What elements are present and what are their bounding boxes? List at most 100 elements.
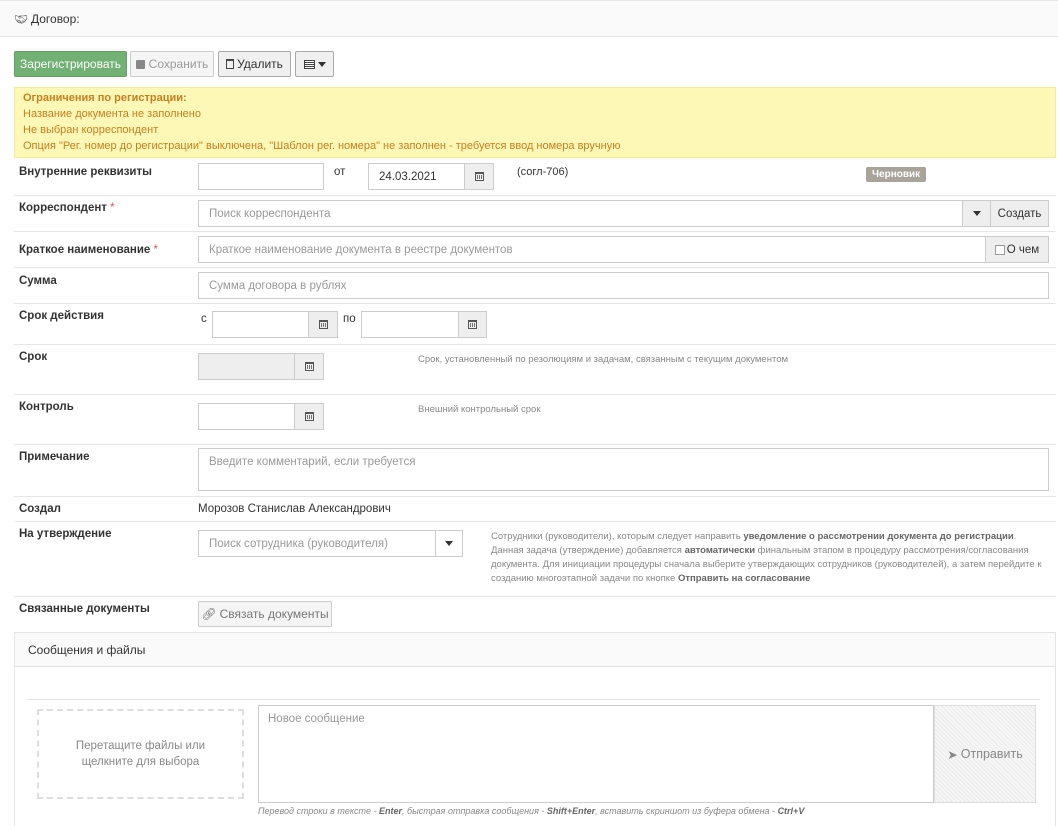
hint-bold: регистрации (954, 531, 1014, 542)
hint-key: Shift+Enter (546, 806, 596, 816)
chevron-down-icon (972, 211, 981, 216)
page-header: 🤝︎ Договор: (0, 0, 1058, 37)
calendar-icon (304, 412, 314, 421)
new-message-textarea[interactable]: Новое сообщение (258, 705, 934, 803)
note-textarea[interactable]: Введите комментарий, если требуется (198, 448, 1049, 491)
control-label: Контроль (19, 401, 74, 413)
correspondent-dropdown-button[interactable] (962, 200, 991, 227)
about-label: О чем (1006, 243, 1040, 256)
divider (14, 344, 1056, 345)
calendar-icon (474, 172, 484, 181)
reg-date-input[interactable]: 24.03.2021 (368, 163, 465, 190)
link-documents-button[interactable]: 🔗︎ Связать документы (198, 601, 332, 627)
hint-text: , быстрая отправка сообщения - (402, 806, 547, 816)
hint-bold: уведомление о рассмотрении документа до (743, 531, 955, 542)
from-label: от (334, 166, 346, 178)
approval-hint: Сотрудники (руководители), которым следу… (491, 530, 1051, 586)
handshake-icon: 🤝︎ (14, 14, 28, 26)
divider (14, 496, 1056, 497)
internal-label: Внутренние реквизиты (19, 166, 152, 178)
approval-label: На утверждение (19, 528, 112, 540)
short-name-input[interactable]: Краткое наименование документа в реестре… (198, 236, 986, 263)
alert-line: Опция "Рег. номер до регистрации" выключ… (23, 140, 621, 152)
chevron-down-icon (445, 541, 453, 546)
divider (14, 267, 1056, 268)
created-by-value: Морозов Станислав Александрович (198, 503, 391, 515)
save-button[interactable]: Сохранить (130, 51, 214, 77)
calendar-button[interactable] (308, 311, 338, 338)
hint-bold: автоматически (684, 545, 756, 556)
list-icon (303, 59, 315, 69)
messages-title: Сообщения и файлы (28, 643, 146, 657)
hint-text: Сотрудники (руководители), которым следу… (491, 531, 744, 542)
calendar-button[interactable] (464, 163, 494, 190)
deadline-hint: Срок, установленный по резолюциям и зада… (418, 354, 789, 365)
hint-key: Ctrl+V (777, 806, 805, 816)
approver-search-input[interactable]: Поиск сотрудника (руководителя) (198, 530, 436, 557)
about-checkbox[interactable]: О чем (985, 236, 1049, 263)
created-by-label: Создал (19, 503, 61, 515)
validity-to-label: по (343, 313, 356, 325)
approver-dropdown-button[interactable] (435, 530, 463, 557)
status-badge: Черновик (866, 167, 927, 182)
list-menu-button[interactable] (295, 51, 334, 77)
divider (14, 231, 1056, 232)
alert-line: Название документа не заполнено (23, 108, 201, 120)
create-correspondent-button[interactable]: Создать (990, 200, 1049, 227)
calendar-icon (304, 362, 314, 371)
registration-alert: Ограничения по регистрации: Название док… (14, 87, 1056, 158)
link-documents-label: Связать документы (219, 607, 329, 621)
correspondent-label-text: Корреспондент (19, 202, 107, 214)
send-button-label: Отправить (960, 747, 1023, 761)
required-mark: * (153, 244, 158, 256)
note-label: Примечание (19, 451, 90, 463)
correspondent-label: Корреспондент * (19, 202, 115, 214)
correspondent-search-input[interactable]: Поиск корреспондента (198, 200, 963, 227)
hint-bold: Отправить на согласование (677, 573, 811, 584)
deadline-label: Срок (19, 351, 48, 363)
register-button-label: Зарегистрировать (20, 57, 121, 71)
chevron-down-icon (317, 61, 326, 67)
calendar-icon (468, 320, 477, 329)
page-title-text: Договор: (30, 12, 80, 26)
reg-number-input[interactable] (198, 163, 324, 190)
short-name-label-text: Краткое наименование (19, 244, 151, 256)
control-input[interactable] (198, 403, 295, 430)
agreement-ref: (согл-706) (517, 166, 569, 178)
deadline-input (198, 353, 295, 380)
divider (14, 521, 1056, 522)
divider (14, 394, 1056, 395)
amount-input[interactable]: Сумма договора в рублях (198, 272, 1049, 299)
divider (27, 699, 1040, 700)
delete-button[interactable]: Удалить (218, 51, 291, 77)
calendar-button[interactable] (458, 311, 487, 338)
dropzone-text: Перетащите файлы или щелкните для выбора (75, 740, 206, 768)
divider (14, 596, 1056, 597)
alert-line: Не выбран корреспондент (23, 124, 159, 136)
hint-text: Перевод строки в тексте - (258, 806, 380, 816)
divider (14, 195, 1056, 196)
save-button-label: Сохранить (148, 57, 209, 71)
page-title: 🤝︎ Договор: (14, 12, 80, 26)
alert-title: Ограничения по регистрации: (23, 92, 187, 104)
divider (14, 303, 1056, 304)
validity-label: Срок действия (19, 310, 104, 322)
trash-icon (226, 59, 235, 69)
messages-header: Сообщения и файлы (15, 633, 1055, 667)
short-name-label: Краткое наименование * (19, 244, 158, 256)
send-button[interactable]: ➤︎ Отправить (934, 705, 1036, 803)
validity-start-input[interactable] (212, 311, 309, 338)
checkbox-icon (994, 244, 1005, 255)
send-icon: ➤︎ (947, 747, 958, 762)
validity-end-input[interactable] (361, 311, 459, 338)
register-button[interactable]: Зарегистрировать (14, 51, 127, 77)
related-label: Связанные документы (19, 603, 150, 615)
required-mark: * (110, 202, 115, 214)
message-hint: Перевод строки в тексте - Enter, быстрая… (258, 806, 804, 816)
calendar-button[interactable] (294, 353, 324, 380)
save-icon (135, 59, 145, 69)
calendar-button[interactable] (294, 403, 324, 430)
file-dropzone[interactable]: Перетащите файлы или щелкните для выбора (37, 709, 244, 799)
link-icon: 🔗︎ (201, 607, 217, 621)
validity-from-label: с (201, 313, 207, 325)
